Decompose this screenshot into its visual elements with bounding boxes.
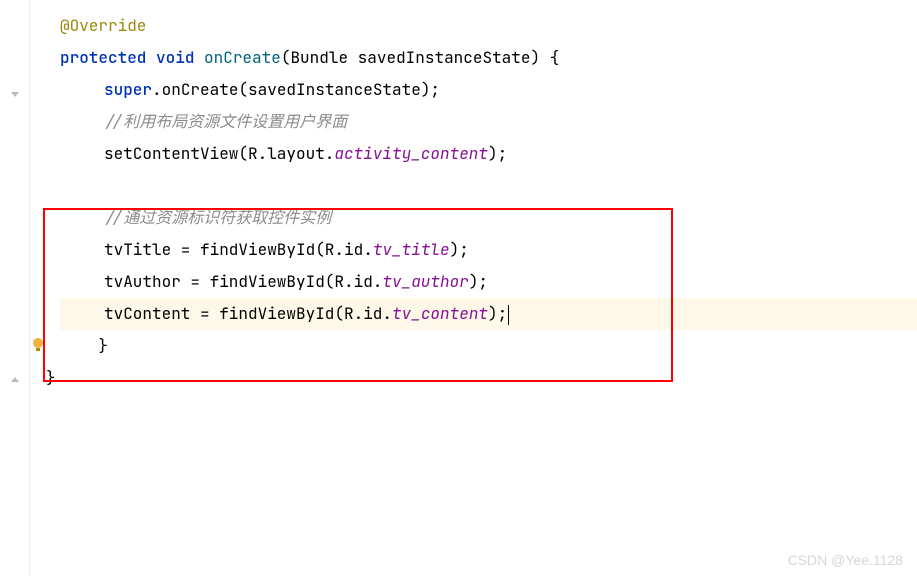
code-line: } bbox=[60, 330, 917, 362]
code-line: @Override bbox=[60, 10, 917, 42]
annotation: @Override bbox=[60, 15, 146, 36]
code-line: setContentView(R.layout.activity_content… bbox=[60, 138, 917, 170]
code-line: protected void onCreate(Bundle savedInst… bbox=[60, 42, 917, 74]
code-line: //利用布局资源文件设置用户界面 bbox=[60, 106, 917, 138]
code-line: } bbox=[46, 362, 917, 394]
code-line: tvTitle = findViewById(R.id.tv_title); bbox=[60, 234, 917, 266]
watermark-text: CSDN @Yee.1128 bbox=[788, 552, 903, 568]
blank-line bbox=[60, 170, 917, 202]
code-line: //通过资源标识符获取控件实例 bbox=[60, 202, 917, 234]
code-line: tvAuthor = findViewById(R.id.tv_author); bbox=[60, 266, 917, 298]
editor-gutter bbox=[0, 0, 30, 576]
text-cursor bbox=[508, 305, 509, 325]
code-editor[interactable]: @Override protected void onCreate(Bundle… bbox=[30, 0, 917, 576]
code-line: super.onCreate(savedInstanceState); bbox=[60, 74, 917, 106]
fold-icon[interactable] bbox=[8, 85, 22, 99]
code-line-active: tvContent = findViewById(R.id.tv_content… bbox=[60, 298, 917, 330]
fold-up-icon[interactable] bbox=[8, 370, 22, 384]
